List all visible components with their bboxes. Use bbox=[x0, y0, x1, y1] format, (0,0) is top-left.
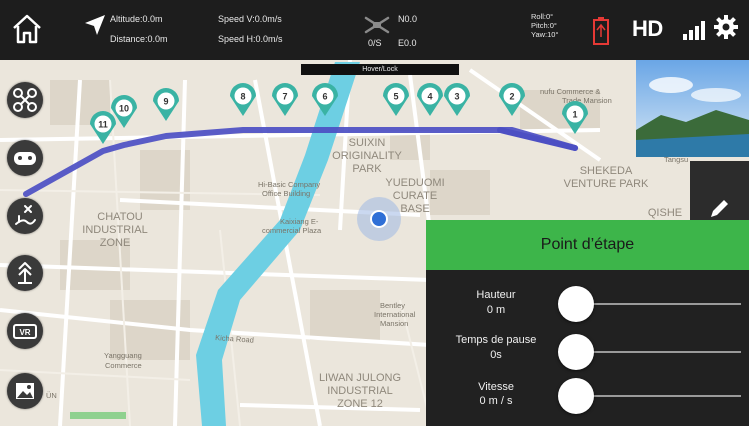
panel-header: Point d’étape bbox=[426, 220, 749, 270]
telemetry-bar: Altitude:0.0m Distance:0.0m Speed V:0.0m… bbox=[0, 0, 749, 60]
waypoint-number: 5 bbox=[393, 92, 398, 102]
waypoint-mode-button[interactable] bbox=[7, 198, 43, 234]
speed-slider-knob[interactable] bbox=[558, 378, 594, 414]
map-label: ÜN bbox=[46, 391, 57, 400]
map-label: INDUSTRIAL bbox=[327, 385, 392, 397]
map-label: CURATE bbox=[393, 190, 437, 202]
map-label: International bbox=[374, 310, 416, 319]
waypoint-number: 6 bbox=[322, 92, 327, 102]
drone-control-screen: SUIXIN ORIGINALITY PARK YUEDUOMI CURATE … bbox=[0, 0, 749, 426]
map-label: Hi-Basic Company bbox=[258, 180, 320, 189]
height-setting-row: Hauteur 0 m bbox=[426, 278, 749, 324]
camera-preview-thumbnail[interactable] bbox=[636, 60, 749, 157]
gallery-icon bbox=[16, 383, 34, 399]
vr-button[interactable]: VR bbox=[7, 313, 43, 349]
waypoint-number: 9 bbox=[163, 97, 168, 107]
waypoint-number: 2 bbox=[509, 92, 514, 102]
gamepad-button[interactable] bbox=[7, 140, 43, 176]
map-label: ORIGINALITY bbox=[332, 150, 402, 162]
map-label: ZONE 12 bbox=[337, 398, 383, 410]
vr-icon: VR bbox=[13, 324, 37, 339]
waypoint-number: 3 bbox=[454, 92, 459, 102]
vertical-speed-readout: Speed V:0.0m/s bbox=[218, 14, 282, 24]
waypoint-settings-panel: Point d’étape Hauteur 0 m Temps de pause… bbox=[426, 220, 749, 426]
pencil-icon[interactable] bbox=[707, 197, 731, 221]
speed-value: 0 m / s bbox=[479, 395, 513, 407]
speed-label: Vitesse bbox=[478, 381, 514, 393]
drone-quad-icon bbox=[13, 88, 37, 112]
map-label: Bentley bbox=[380, 301, 405, 310]
map-label: Kaixiang E- bbox=[280, 217, 319, 226]
drone-mode-button[interactable] bbox=[7, 82, 43, 118]
yaw-readout: Yaw:10° bbox=[531, 30, 559, 39]
north-coordinate: N0.0 bbox=[398, 14, 418, 24]
altitude-hold-button[interactable] bbox=[7, 255, 43, 291]
current-location-marker[interactable] bbox=[370, 210, 388, 228]
waypoint-number: 11 bbox=[98, 120, 108, 130]
height-value: 0 m bbox=[486, 304, 506, 316]
pause-time-label: Temps de pause bbox=[455, 334, 537, 346]
battery-icon bbox=[593, 17, 609, 45]
map-label: YUEDUOMI bbox=[385, 177, 444, 189]
signal-bars-icon bbox=[683, 21, 705, 40]
home-icon[interactable] bbox=[10, 12, 44, 46]
height-slider-knob[interactable] bbox=[558, 286, 594, 322]
pitch-readout: Pitch:0° bbox=[531, 21, 557, 30]
pause-time-setting-row: Temps de pause 0s bbox=[426, 330, 749, 376]
map-label: QISHE bbox=[648, 207, 682, 219]
map-label: commercial Plaza bbox=[262, 226, 322, 235]
map-label: BASE bbox=[400, 203, 429, 215]
map-label: SUIXIN bbox=[349, 137, 386, 149]
altitude-hold-icon bbox=[18, 262, 32, 284]
height-slider-track[interactable] bbox=[576, 303, 741, 305]
map-label: INDUSTRIAL bbox=[82, 224, 147, 236]
map-label: Commerce bbox=[105, 361, 142, 370]
distance-readout: Distance:0.0m bbox=[110, 34, 168, 44]
gallery-button[interactable] bbox=[7, 373, 43, 409]
waypoint-number: 10 bbox=[119, 104, 129, 114]
map-label: Office Building bbox=[262, 189, 310, 198]
drone-icon bbox=[364, 16, 390, 34]
waypoint-mode-icon bbox=[15, 205, 36, 225]
roll-readout: Roll:0° bbox=[531, 12, 554, 21]
waypoint-number: 1 bbox=[572, 110, 577, 120]
navigation-arrow-icon bbox=[85, 15, 105, 35]
map-label: SHEKEDA bbox=[580, 165, 633, 177]
gear-icon[interactable] bbox=[713, 14, 739, 40]
waypoint-number: 4 bbox=[427, 92, 432, 102]
pause-time-slider-track[interactable] bbox=[576, 351, 741, 353]
speed-setting-row: Vitesse 0 m / s bbox=[426, 375, 749, 421]
flight-mode-banner: Hover/Lock bbox=[301, 64, 459, 75]
waypoint-number: 8 bbox=[240, 92, 245, 102]
speed-slider-track[interactable] bbox=[576, 395, 741, 397]
map-label: ZONE bbox=[100, 237, 131, 249]
east-coordinate: E0.0 bbox=[398, 38, 417, 48]
map-label: VENTURE PARK bbox=[564, 178, 649, 190]
waypoint-number: 7 bbox=[282, 92, 287, 102]
map-label: nufu Commerce & bbox=[540, 87, 600, 96]
map-label: Mansion bbox=[380, 319, 408, 328]
height-label: Hauteur bbox=[476, 289, 516, 301]
panel-title: Point d’étape bbox=[540, 236, 635, 253]
map-label: PARK bbox=[352, 163, 382, 175]
pause-time-slider-knob[interactable] bbox=[558, 334, 594, 370]
gamepad-icon bbox=[14, 152, 36, 165]
horizontal-speed-readout: Speed H:0.0m/s bbox=[218, 34, 283, 44]
map-label: Yangguang bbox=[104, 351, 142, 360]
map-label: CHATOU bbox=[97, 211, 142, 223]
hd-label: HD bbox=[632, 16, 663, 41]
gps-satellite-count: 0/S bbox=[368, 38, 382, 48]
pause-time-value: 0s bbox=[490, 349, 502, 361]
altitude-readout: Altitude:0.0m bbox=[110, 14, 163, 24]
map-label: LIWAN JULONG bbox=[319, 372, 401, 384]
svg-text:VR: VR bbox=[19, 328, 30, 337]
